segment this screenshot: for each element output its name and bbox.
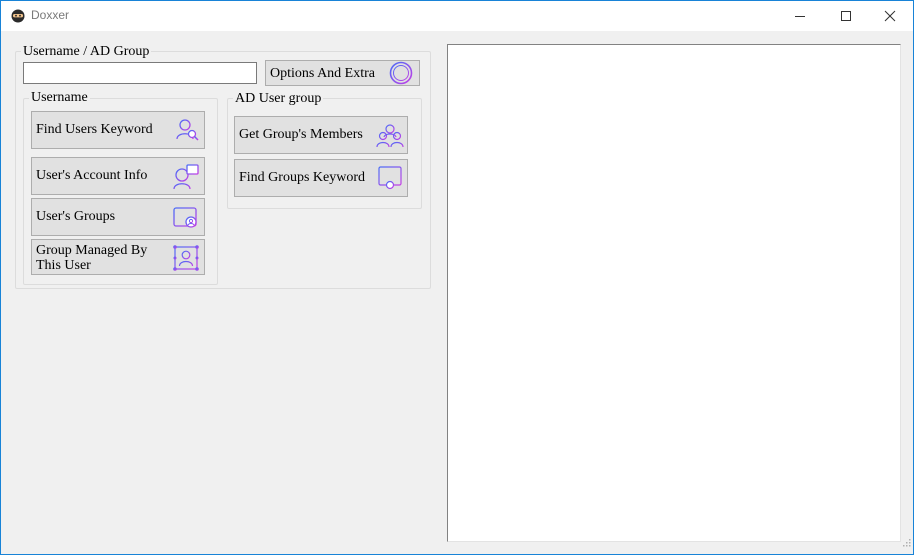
minimize-button[interactable] bbox=[777, 1, 823, 31]
group-managed-by-user-label: Group Managed By This User bbox=[36, 243, 148, 273]
get-groups-members-label: Get Group's Members bbox=[239, 127, 363, 142]
users-account-info-button[interactable]: User's Account Info bbox=[31, 157, 205, 195]
group-members-icon bbox=[375, 122, 405, 155]
search-group-label: Username / AD Group bbox=[21, 44, 152, 60]
maximize-button[interactable] bbox=[823, 1, 869, 31]
group-managed-by-user-button[interactable]: Group Managed By This User bbox=[31, 239, 205, 275]
group-managed-icon bbox=[172, 244, 200, 277]
close-button[interactable] bbox=[867, 1, 913, 31]
options-and-extra-label: Options And Extra bbox=[270, 66, 375, 81]
group-search-icon bbox=[376, 165, 404, 198]
minimize-icon bbox=[795, 16, 805, 17]
users-groups-label: User's Groups bbox=[36, 209, 116, 224]
find-groups-keyword-button[interactable]: Find Groups Keyword bbox=[234, 159, 408, 197]
title-bar[interactable]: Doxxer bbox=[1, 1, 913, 31]
users-account-info-label: User's Account Info bbox=[36, 168, 148, 183]
find-users-keyword-label: Find Users Keyword bbox=[36, 122, 153, 137]
ad-user-group-label: AD User group bbox=[233, 91, 324, 107]
maximize-icon bbox=[841, 11, 851, 21]
user-groups-icon bbox=[172, 205, 200, 236]
app-window: Doxxer Username / AD Group Options And E… bbox=[0, 0, 914, 555]
close-icon bbox=[884, 10, 896, 22]
users-groups-button[interactable]: User's Groups bbox=[31, 198, 205, 236]
ninja-app-icon bbox=[10, 8, 26, 24]
user-search-icon bbox=[174, 117, 200, 148]
window-title: Doxxer bbox=[31, 8, 70, 22]
username-group-label: Username bbox=[29, 90, 90, 106]
find-users-keyword-button[interactable]: Find Users Keyword bbox=[31, 111, 205, 149]
resize-grip-icon[interactable] bbox=[901, 534, 911, 552]
user-info-icon bbox=[172, 163, 200, 196]
options-and-extra-button[interactable]: Options And Extra bbox=[265, 60, 420, 86]
get-groups-members-button[interactable]: Get Group's Members bbox=[234, 116, 408, 154]
username-input[interactable] bbox=[23, 62, 257, 84]
menu-circle-icon bbox=[388, 61, 414, 90]
output-panel[interactable] bbox=[447, 44, 901, 542]
find-groups-keyword-label: Find Groups Keyword bbox=[239, 170, 365, 185]
